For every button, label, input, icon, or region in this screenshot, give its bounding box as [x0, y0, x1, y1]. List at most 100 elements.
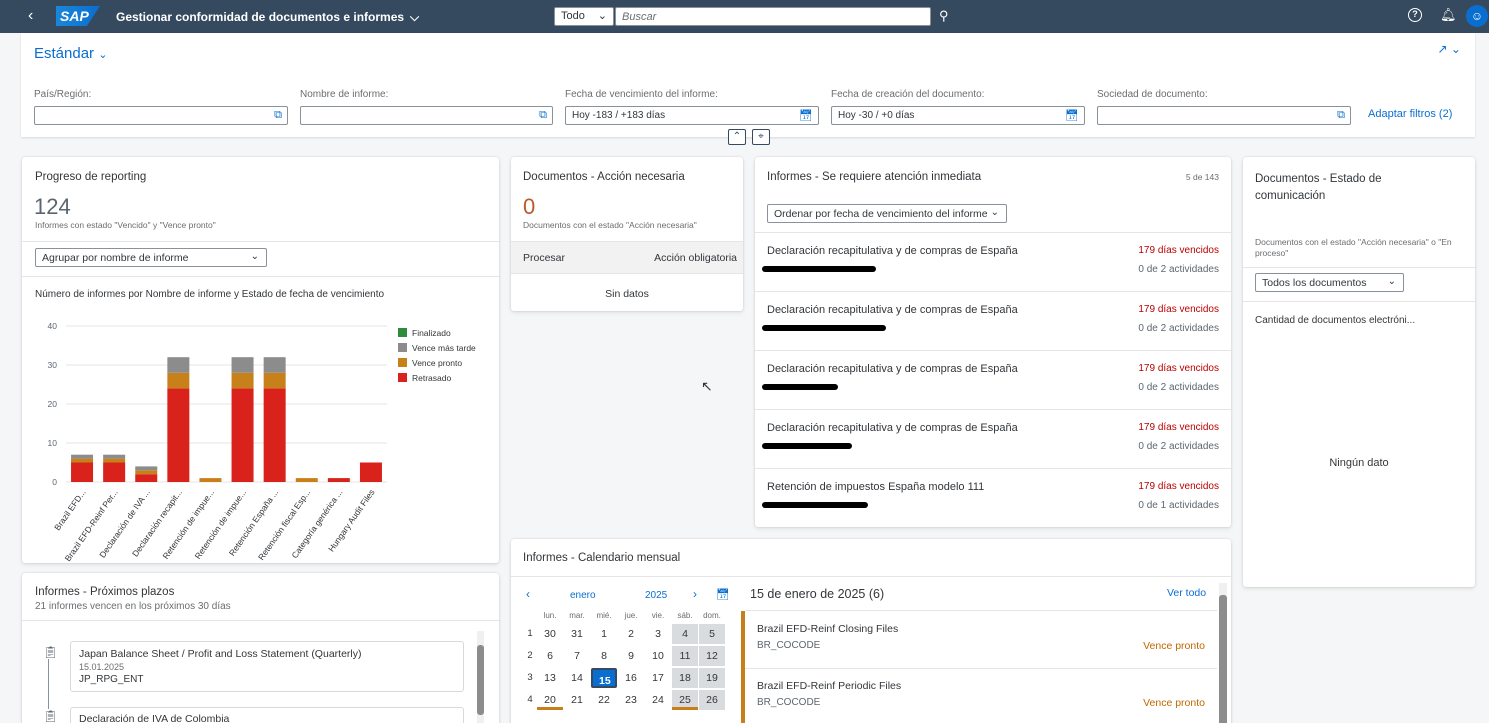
calendar-day[interactable]: 5: [699, 624, 725, 644]
calendar-day[interactable]: 4: [672, 624, 698, 644]
back-icon[interactable]: ‹: [28, 7, 33, 25]
calendar-day[interactable]: 18: [672, 668, 698, 688]
week-number: 3: [527, 672, 533, 683]
redacted-text: [762, 325, 886, 331]
list-item[interactable]: Retención de impuestos España modelo 111…: [755, 469, 1231, 527]
calendar-day[interactable]: 1: [591, 624, 617, 644]
divider: [1243, 267, 1475, 268]
activities-count: 0 de 2 actividades: [1138, 382, 1219, 393]
calendar-event[interactable]: Brazil EFD-Reinf Closing Files BR_COCODE…: [745, 611, 1217, 668]
calendar-icon[interactable]: 📅︎: [716, 588, 730, 601]
card-title[interactable]: Progreso de reporting: [35, 171, 146, 183]
calendar-day[interactable]: 25: [672, 690, 698, 710]
scrollbar[interactable]: [477, 631, 484, 723]
calendar-day[interactable]: 6: [537, 646, 563, 666]
clipboard-icon: 📋︎: [43, 709, 59, 723]
event-status: Vence pronto: [1143, 640, 1205, 652]
scrollbar[interactable]: [1219, 583, 1227, 723]
calendar-event[interactable]: Brazil EFD-Reinf Periodic Files BR_COCOD…: [745, 669, 1217, 723]
bar-segment: [103, 462, 126, 482]
filter-country-input[interactable]: ⧉: [34, 106, 288, 125]
sap-logo[interactable]: SAP: [56, 6, 100, 26]
card-title[interactable]: Informes - Se requiere atención inmediat…: [767, 171, 981, 183]
card-subtitle: Documentos con el estado "Acción necesar…: [1255, 237, 1452, 258]
month-button[interactable]: enero: [570, 590, 596, 601]
card-title[interactable]: Documentos - Acción necesaria: [523, 171, 685, 183]
calendar-day[interactable]: 3: [645, 624, 671, 644]
legend-label: Finalizado: [412, 328, 451, 338]
filter-report-name-input[interactable]: ⧉: [300, 106, 553, 125]
group-by-select[interactable]: Agrupar por nombre de informe ⌄: [35, 248, 267, 267]
document-filter-select[interactable]: Todos los documentos ⌄: [1255, 273, 1404, 292]
search-scope-select[interactable]: Todo ⌄: [554, 7, 614, 26]
value-help-icon[interactable]: ⧉: [1337, 109, 1345, 122]
divider: [511, 576, 1231, 577]
see-all-link[interactable]: Ver todo: [1167, 587, 1206, 599]
variant-selector[interactable]: Estándar ⌄: [34, 45, 107, 62]
search-input[interactable]: Buscar: [615, 7, 931, 26]
calendar-day[interactable]: 31: [564, 624, 590, 644]
calendar-icon[interactable]: 📅︎: [799, 109, 813, 122]
calendar-day[interactable]: 24: [645, 690, 671, 710]
calendar-day[interactable]: 13: [537, 668, 563, 688]
calendar-day[interactable]: 9: [618, 646, 644, 666]
filter-creation-date-input[interactable]: Hoy -30 / +0 días 📅︎: [831, 106, 1085, 125]
timeline-item[interactable]: Declaración de IVA de Colombia: [70, 707, 464, 723]
card-title[interactable]: Informes - Calendario mensual: [523, 552, 680, 564]
user-avatar[interactable]: ☺: [1466, 5, 1488, 27]
calendar-day[interactable]: 10: [645, 646, 671, 666]
app-title-menu[interactable]: Gestionar conformidad de documentos e in…: [116, 10, 419, 25]
calendar-day[interactable]: 12: [699, 646, 725, 666]
share-icon[interactable]: ↗ ⌄: [1438, 42, 1461, 56]
calendar-day[interactable]: 21: [564, 690, 590, 710]
calendar-day[interactable]: 20: [537, 690, 563, 710]
calendar-day[interactable]: 22: [591, 690, 617, 710]
year-button[interactable]: 2025: [645, 590, 667, 601]
bar-segment: [231, 372, 254, 389]
bar-segment: [135, 470, 158, 475]
y-tick-label: 40: [48, 321, 58, 331]
calendar-icon[interactable]: 📅︎: [1065, 109, 1079, 122]
calendar-day[interactable]: 26: [699, 690, 725, 710]
timeline-item[interactable]: Japan Balance Sheet / Profit and Loss St…: [70, 641, 464, 692]
filter-company-input[interactable]: ⧉: [1097, 106, 1351, 125]
report-name: Declaración recapitulativa y de compras …: [767, 363, 1018, 375]
overdue-status: 179 días vencidos: [1138, 304, 1219, 315]
scrollbar-thumb[interactable]: [1219, 595, 1227, 723]
calendar-day[interactable]: 23: [618, 690, 644, 710]
pin-header-button[interactable]: ⌖: [752, 129, 770, 145]
calendar-day[interactable]: 14: [564, 668, 590, 688]
sort-select[interactable]: Ordenar por fecha de vencimiento del inf…: [767, 204, 1007, 223]
prev-month-icon[interactable]: ‹: [526, 587, 530, 601]
bar-segment: [327, 478, 350, 482]
collapse-header-button[interactable]: ⌃: [728, 129, 746, 145]
card-title[interactable]: Informes - Próximos plazos: [35, 586, 174, 598]
list-item[interactable]: Declaración recapitulativa y de compras …: [755, 351, 1231, 410]
notification-bell-icon[interactable]: 🔔︎: [1440, 7, 1457, 23]
filter-due-date-input[interactable]: Hoy -183 / +183 días 📅︎: [565, 106, 819, 125]
calendar-day[interactable]: 2: [618, 624, 644, 644]
timeline-item-date: 15.01.2025: [79, 662, 125, 672]
list-item[interactable]: Declaración recapitulativa y de compras …: [755, 233, 1231, 292]
calendar-day[interactable]: 7: [564, 646, 590, 666]
calendar-day[interactable]: 15: [591, 668, 617, 688]
next-month-icon[interactable]: ›: [693, 587, 697, 601]
help-icon[interactable]: ?: [1408, 8, 1422, 22]
chevron-down-icon: ⌵: [410, 10, 420, 24]
calendar-day[interactable]: 17: [645, 668, 671, 688]
calendar-day[interactable]: 16: [618, 668, 644, 688]
adapt-filters-link[interactable]: Adaptar filtros (2): [1368, 108, 1452, 120]
bar-segment: [71, 458, 94, 463]
calendar-day[interactable]: 8: [591, 646, 617, 666]
scrollbar-thumb[interactable]: [477, 645, 484, 715]
value-help-icon[interactable]: ⧉: [539, 109, 547, 122]
calendar-day[interactable]: 19: [699, 668, 725, 688]
list-item[interactable]: Declaración recapitulativa y de compras …: [755, 410, 1231, 469]
calendar-day[interactable]: 11: [672, 646, 698, 666]
card-title[interactable]: Documentos - Estado de comunicación: [1255, 171, 1445, 205]
value-help-icon[interactable]: ⧉: [274, 109, 282, 122]
list-item[interactable]: Declaración recapitulativa y de compras …: [755, 292, 1231, 351]
search-icon[interactable]: ⚲: [939, 8, 949, 24]
calendar-day[interactable]: 30: [537, 624, 563, 644]
app-title: Gestionar conformidad de documentos e in…: [116, 10, 405, 24]
